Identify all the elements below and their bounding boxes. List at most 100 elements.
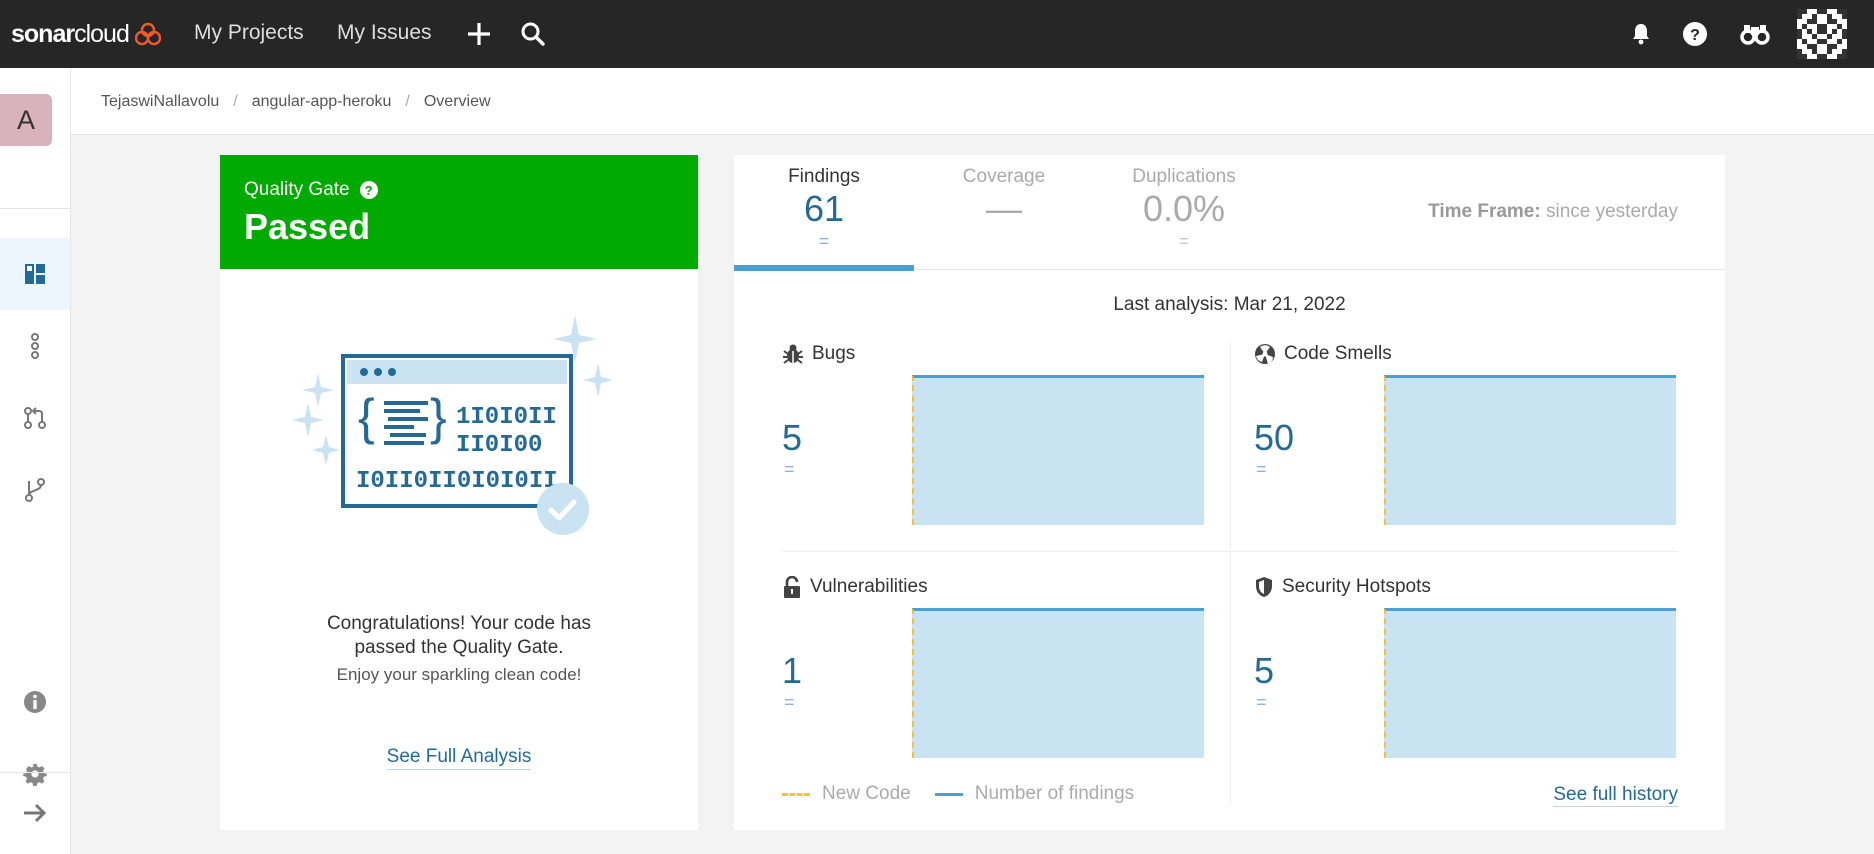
tab-value: 0.0% [1142, 188, 1226, 229]
chart-legend: New Code Number of findings [782, 783, 1134, 805]
nav-my-projects[interactable]: My Projects [194, 21, 304, 45]
code-smell-icon [1255, 344, 1275, 364]
sidebar-expand-button[interactable] [0, 777, 70, 849]
metric-title: Security Hotspots [1254, 576, 1431, 598]
metric-delta: = [1256, 692, 1267, 712]
time-frame-label: Time Frame: [1428, 201, 1541, 222]
shield-icon [1256, 577, 1272, 597]
logo-text-cloud: cloud [74, 19, 130, 48]
svg-text:}: } [430, 389, 447, 445]
branches-graph-icon [31, 333, 39, 359]
metrics-divider [1230, 343, 1231, 803]
tab-value: 61 [803, 188, 845, 229]
metric-label: Security Hotspots [1282, 576, 1431, 597]
breadcrumb-page: Overview [423, 93, 491, 110]
overview-icon [25, 264, 45, 284]
code-smells-history-chart [1384, 375, 1676, 525]
sparkling-message: Enjoy your sparkling clean code! [336, 665, 582, 684]
cloud-logo-icon [134, 22, 161, 46]
metric-delta: = [784, 459, 795, 479]
project-sidebar: A [0, 68, 71, 854]
help-icon[interactable]: ? [359, 181, 378, 199]
search-icon[interactable] [515, 16, 551, 52]
findings-swatch [934, 792, 963, 796]
breadcrumb-separator: / [405, 93, 410, 110]
breadcrumb-separator: / [233, 93, 238, 110]
svg-text:II0I00: II0I00 [456, 432, 542, 459]
tab-value: — [986, 188, 1022, 229]
tab-delta: = [818, 231, 830, 251]
metric-security-hotspots: Security Hotspots 5 = [1254, 576, 1676, 786]
legend-new-code: New Code [822, 783, 911, 804]
metric-value[interactable]: 1 [782, 650, 802, 692]
breadcrumb: TejaswiNallavolu / angular-app-heroku / … [101, 93, 491, 111]
metric-title: Bugs [782, 343, 855, 365]
legend-number-of-findings: Number of findings [974, 783, 1135, 804]
sidebar-item-pull-requests[interactable] [0, 382, 70, 454]
breadcrumb-bar: TejaswiNallavolu / angular-app-heroku / … [71, 68, 1874, 135]
help-icon[interactable]: ? [1677, 16, 1713, 52]
binoculars-icon[interactable] [1737, 16, 1773, 52]
tab-delta: = [1178, 231, 1190, 251]
see-full-analysis-link[interactable]: See Full Analysis [386, 746, 532, 770]
congratulations-message: Congratulations! Your code has passed th… [220, 612, 698, 660]
metric-label: Bugs [812, 343, 856, 364]
sidebar-item-branches[interactable] [0, 454, 70, 526]
user-avatar[interactable] [1797, 9, 1847, 59]
metric-delta: = [1256, 459, 1267, 479]
active-tab-indicator [734, 265, 914, 271]
vulnerabilities-history-chart [912, 608, 1204, 758]
svg-text:?: ? [1690, 27, 1700, 44]
branch-icon [25, 478, 45, 502]
project-avatar[interactable]: A [0, 94, 52, 146]
quality-gate-status: Passed [244, 206, 371, 247]
breadcrumb-project[interactable]: angular-app-heroku [252, 93, 392, 111]
tab-coverage[interactable]: Coverage — [914, 155, 1094, 270]
tab-findings[interactable]: Findings 61 = [734, 155, 914, 271]
time-frame-value: since yesterday [1545, 201, 1678, 222]
metric-value[interactable]: 5 [1254, 650, 1274, 692]
sidebar-divider [0, 208, 70, 209]
breadcrumb-org[interactable]: TejaswiNallavolu [101, 93, 219, 111]
new-code-swatch [782, 792, 810, 796]
nav-my-issues[interactable]: My Issues [337, 21, 432, 45]
bell-icon[interactable] [1623, 16, 1659, 52]
quality-gate-title: Quality Gate [244, 179, 350, 200]
metric-value[interactable]: 5 [782, 417, 802, 459]
see-full-analysis-wrapper: See Full Analysis [220, 746, 698, 770]
metric-code-smells: Code Smells 50 = [1254, 343, 1676, 553]
logo-text-sonar: sonar [11, 19, 75, 48]
info-icon [24, 691, 46, 713]
metric-value[interactable]: 50 [1254, 417, 1294, 459]
sidebar-item-overview[interactable] [0, 238, 70, 310]
time-frame: Time Frame: since yesterday [1428, 201, 1678, 223]
message-line-1: Congratulations! Your code has [326, 613, 592, 634]
sidebar-item-issues[interactable] [0, 310, 70, 382]
sidebar-divider [0, 772, 70, 773]
unlocked-padlock-icon [784, 576, 800, 598]
svg-text:{: { [358, 389, 375, 445]
tab-label: Duplications [1132, 166, 1236, 187]
metric-delta: = [784, 692, 795, 712]
message-line-2: passed the Quality Gate. [354, 637, 564, 658]
metric-title: Vulnerabilities [782, 576, 928, 598]
top-navigation-bar: sonar cloud My Projects My Issues ? [0, 0, 1874, 68]
quality-gate-card: Quality Gate ? Passed { } 1I0I0II II0I00… [220, 155, 698, 830]
expand-arrow-icon [24, 803, 47, 823]
tab-label: Coverage [962, 166, 1046, 187]
security-hotspots-history-chart [1384, 608, 1676, 758]
sidebar-item-information[interactable] [0, 666, 70, 738]
tab-duplications[interactable]: Duplications 0.0% = [1094, 155, 1274, 270]
svg-text:1I0I0II: 1I0I0II [456, 404, 557, 431]
plus-icon[interactable] [461, 16, 497, 52]
pull-requests-icon [24, 407, 46, 429]
bugs-history-chart [912, 375, 1204, 525]
metric-vulnerabilities: Vulnerabilities 1 = [782, 576, 1204, 786]
see-full-history-link[interactable]: See full history [1553, 784, 1678, 807]
svg-text:I0II0II0I0I0II: I0II0II0I0I0II [356, 468, 558, 495]
metric-bugs: Bugs 5 = [782, 343, 1204, 553]
bug-icon [783, 344, 803, 364]
last-analysis-date: Last analysis: Mar 21, 2022 [1113, 294, 1346, 315]
metric-label: Vulnerabilities [810, 576, 928, 597]
sonarcloud-logo[interactable]: sonar cloud [11, 19, 161, 49]
